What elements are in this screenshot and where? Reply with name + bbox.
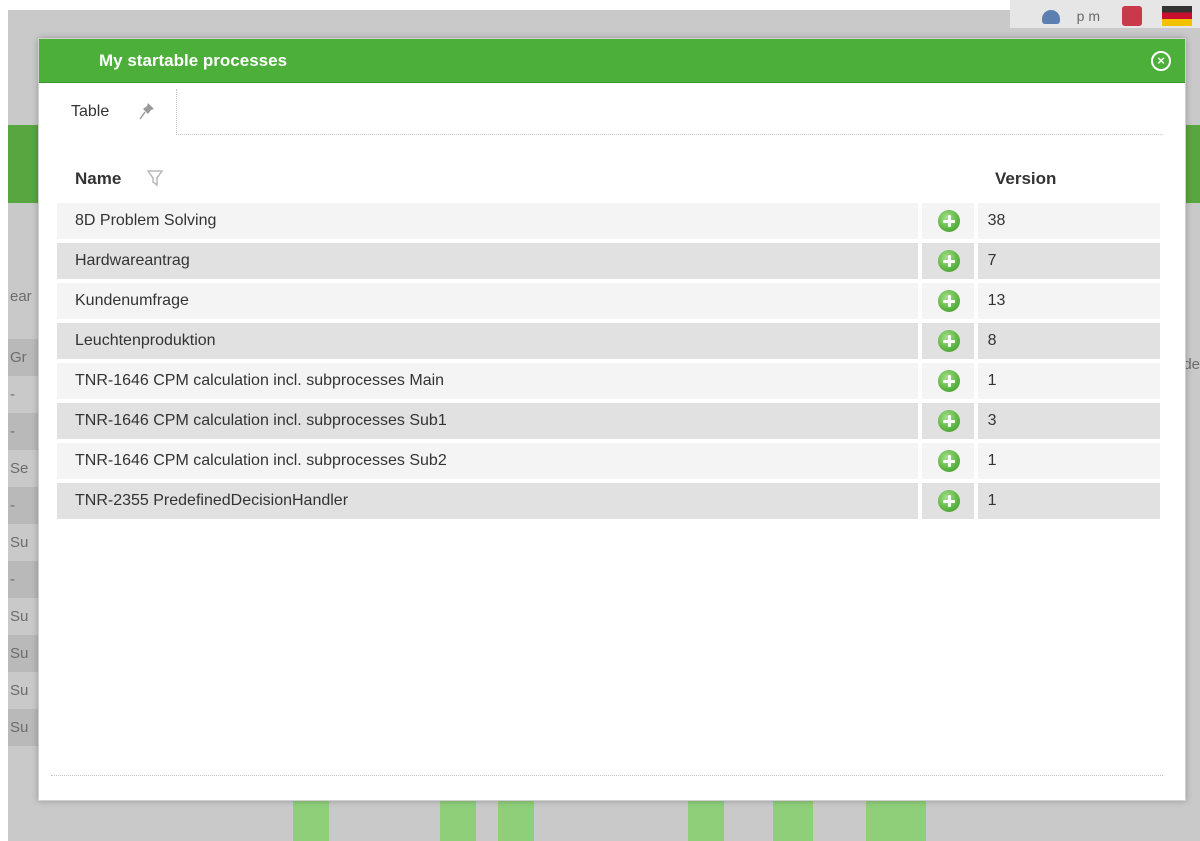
start-process-button[interactable] [937, 290, 960, 312]
user-icon [1042, 10, 1060, 24]
user-name: p m [1076, 8, 1100, 24]
process-name[interactable]: Leuchtenproduktion [57, 323, 918, 359]
start-cell [921, 243, 974, 279]
background-logo-shape [440, 800, 476, 841]
language-flag-icon [1162, 6, 1192, 26]
process-name[interactable]: TNR-2355 PredefinedDecisionHandler [57, 483, 918, 519]
start-cell [921, 483, 974, 519]
start-cell [921, 323, 974, 359]
process-name[interactable]: 8D Problem Solving [57, 203, 918, 239]
background-userbar: p m [1010, 0, 1200, 28]
bg-left-cell: - [8, 561, 40, 598]
bg-left-cell: Su [10, 682, 29, 699]
background-logo-shape [498, 800, 534, 841]
close-icon[interactable]: × [1151, 51, 1171, 71]
background-logo-shape [773, 800, 813, 841]
process-version: 1 [977, 363, 1160, 399]
table-header: Name Version [57, 157, 1160, 201]
column-header-version[interactable]: Version [995, 169, 1056, 189]
bg-left-cell: - [10, 386, 15, 403]
filter-icon[interactable] [147, 169, 163, 187]
bg-left-cell: Se [10, 460, 29, 477]
table-row[interactable]: Hardwareantrag 7 [57, 241, 1160, 281]
start-cell [921, 363, 974, 399]
start-cell [921, 403, 974, 439]
process-version: 3 [977, 403, 1160, 439]
dialog-header: My startable processes × [39, 39, 1185, 83]
background-logo-shape [866, 800, 926, 841]
bg-left-cell: ear [10, 288, 32, 305]
bg-left-cell: Gr [8, 339, 40, 376]
start-cell [921, 443, 974, 479]
tab-table[interactable]: Table [57, 89, 177, 135]
bg-left-cell: Su [10, 534, 29, 551]
bg-left-cell: - [8, 413, 40, 450]
bg-left-cell: Su [8, 709, 40, 746]
process-version: 8 [977, 323, 1160, 359]
tab-label: Table [71, 103, 110, 120]
pin-icon[interactable] [139, 102, 155, 120]
process-version: 38 [977, 203, 1160, 239]
startable-processes-dialog: My startable processes × Table Name Vers… [38, 38, 1186, 801]
start-process-button[interactable] [937, 210, 960, 232]
table-row[interactable]: Kundenumfrage 13 [57, 281, 1160, 321]
start-process-button[interactable] [937, 450, 960, 472]
start-process-button[interactable] [937, 250, 960, 272]
table-row[interactable]: 8D Problem Solving 38 [57, 201, 1160, 241]
start-process-button[interactable] [937, 370, 960, 392]
table-row[interactable]: TNR-2355 PredefinedDecisionHandler 1 [57, 481, 1160, 521]
column-header-name[interactable]: Name [75, 169, 121, 189]
bg-left-cell: - [8, 487, 40, 524]
table-row[interactable]: TNR-1646 CPM calculation incl. subproces… [57, 441, 1160, 481]
process-version: 1 [977, 483, 1160, 519]
background-logo-shape [293, 800, 329, 841]
table-row[interactable]: TNR-1646 CPM calculation incl. subproces… [57, 401, 1160, 441]
process-name[interactable]: TNR-1646 CPM calculation incl. subproces… [57, 443, 918, 479]
tab-bar: Table [57, 89, 1163, 135]
start-process-button[interactable] [937, 410, 960, 432]
dialog-title: My startable processes [99, 51, 288, 70]
start-cell [921, 203, 974, 239]
bg-left-cell: Su [8, 635, 40, 672]
power-icon [1122, 6, 1142, 26]
bg-left-cell: Su [10, 608, 29, 625]
process-name[interactable]: Kundenumfrage [57, 283, 918, 319]
process-name[interactable]: Hardwareantrag [57, 243, 918, 279]
dialog-footer-divider [51, 775, 1163, 776]
table-row[interactable]: TNR-1646 CPM calculation incl. subproces… [57, 361, 1160, 401]
start-process-button[interactable] [937, 330, 960, 352]
process-version: 13 [977, 283, 1160, 319]
process-table: Name Version 8D Problem Solving 38 Hardw… [57, 157, 1160, 521]
start-cell [921, 283, 974, 319]
process-name[interactable]: TNR-1646 CPM calculation incl. subproces… [57, 403, 918, 439]
table-row[interactable]: Leuchtenproduktion 8 [57, 321, 1160, 361]
start-process-button[interactable] [937, 490, 960, 512]
background-logo-shape [688, 800, 724, 841]
background-left-column: ear Gr - - Se - Su - Su Su Su Su [8, 230, 40, 746]
process-version: 7 [977, 243, 1160, 279]
process-version: 1 [977, 443, 1160, 479]
process-name[interactable]: TNR-1646 CPM calculation incl. subproces… [57, 363, 918, 399]
